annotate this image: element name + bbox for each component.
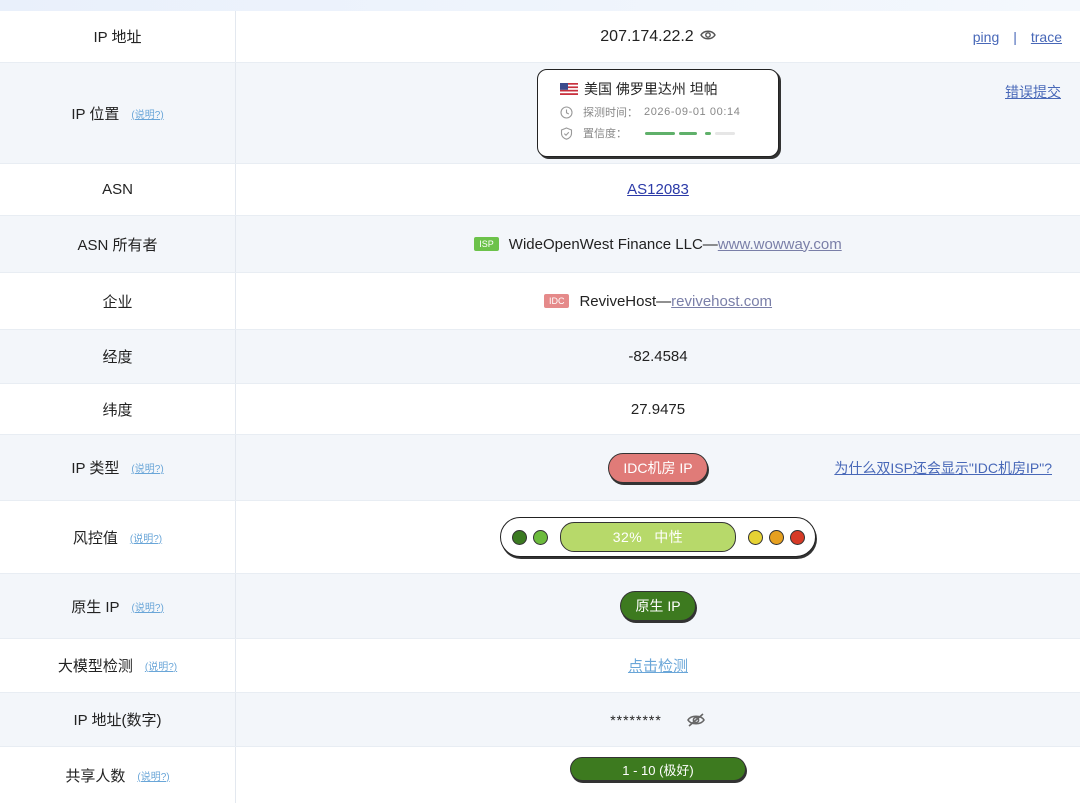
help-link[interactable]: (说明?) (130, 530, 162, 545)
native-ip-label-text: 原生 IP (71, 598, 120, 616)
link-separator: | (1013, 28, 1017, 45)
help-link[interactable]: (说明?) (131, 460, 163, 475)
asn-owner-site-link[interactable]: www.wowway.com (718, 236, 842, 253)
location-country-line: 美国 佛罗里达州 坦帕 (584, 81, 718, 97)
isp-badge: ISP (474, 237, 499, 251)
ip-numeric-masked: ******** (610, 711, 662, 728)
row-ip-numeric: IP 地址(数字) ******** (0, 693, 1080, 747)
risk-dot-medium (748, 529, 763, 545)
label-longitude: 经度 (0, 330, 236, 383)
label-ip-location: IP 位置 (说明?) (0, 63, 236, 163)
ip-type-label-text: IP 类型 (71, 460, 120, 477)
risk-dot-low (533, 529, 548, 545)
row-longitude: 经度 -82.4584 (0, 330, 1080, 384)
risk-level: 中性 (654, 529, 684, 545)
risk-dot-very-high (790, 529, 805, 545)
label-native-ip: 原生 IP (说明?) (0, 574, 236, 638)
risk-meter: 32% 中性 (500, 517, 816, 557)
clock-icon (560, 105, 573, 119)
eye-off-icon[interactable] (686, 712, 706, 728)
label-asn: ASN (0, 164, 236, 215)
value-asn: AS12083 (236, 164, 1080, 215)
label-ip-numeric: IP 地址(数字) (0, 693, 236, 746)
location-card: 美国 佛罗里达州 坦帕 探测时间： 2026-09-01 00:14 置信度： (537, 69, 779, 157)
value-ip-numeric: ******** (236, 693, 1080, 746)
asn-owner-dash: — (702, 235, 718, 253)
value-llm-detect: 点击检测 (236, 639, 1080, 692)
ping-link[interactable]: ping (973, 29, 999, 45)
label-ip-address: IP 地址 (0, 11, 236, 62)
label-latitude: 纬度 (0, 384, 236, 434)
us-flag-icon (560, 83, 578, 95)
native-ip-pill: 原生 IP (620, 591, 696, 621)
row-latitude: 纬度 27.9475 (0, 384, 1080, 435)
value-asn-owner: ISP WideOpenWest Finance LLC — www.wowwa… (236, 216, 1080, 272)
help-link[interactable]: (说明?) (145, 658, 177, 673)
row-llm-detect: 大模型检测 (说明?) 点击检测 (0, 639, 1080, 693)
value-native-ip: 原生 IP (236, 574, 1080, 638)
value-risk: 32% 中性 (236, 501, 1080, 573)
help-link[interactable]: (说明?) (137, 768, 169, 783)
value-longitude: -82.4584 (628, 348, 688, 365)
row-asn-owner: ASN 所有者 ISP WideOpenWest Finance LLC — w… (0, 216, 1080, 273)
risk-dot-very-low (512, 529, 527, 545)
asn-owner-name: WideOpenWest Finance LLC (508, 235, 703, 253)
click-detect-link[interactable]: 点击检测 (628, 655, 688, 676)
confidence-label: 置信度： (583, 128, 627, 140)
value-ip-type: IDC机房 IP 为什么双ISP还会显示"IDC机房IP"? (236, 435, 1080, 500)
why-idc-link[interactable]: 为什么双ISP还会显示"IDC机房IP"? (834, 458, 1052, 478)
risk-bar: 32% 中性 (560, 522, 736, 552)
row-ip-address: IP 地址 207.174.22.2 ping | trace (0, 11, 1080, 63)
confidence-bar (645, 131, 735, 135)
top-strip (0, 0, 1080, 11)
value-ip-address: 207.174.22.2 ping | trace (236, 11, 1080, 62)
row-ip-type: IP 类型 (说明?) IDC机房 IP 为什么双ISP还会显示"IDC机房IP… (0, 435, 1080, 501)
label-risk: 风控值 (说明?) (0, 501, 236, 573)
label-company: 企业 (0, 273, 236, 329)
detect-time-label: 探测时间： (583, 107, 638, 119)
eye-icon[interactable] (699, 28, 716, 45)
help-link[interactable]: (说明?) (132, 599, 164, 614)
row-asn: ASN AS12083 (0, 164, 1080, 216)
row-risk: 风控值 (说明?) 32% 中性 (0, 501, 1080, 574)
label-llm-detect: 大模型检测 (说明?) (0, 639, 236, 692)
shared-label-text: 共享人数 (65, 767, 126, 785)
asn-link[interactable]: AS12083 (627, 181, 689, 198)
idc-badge: IDC (543, 294, 570, 308)
company-name: ReviveHost (579, 292, 657, 310)
idc-ip-pill: IDC机房 IP (608, 452, 708, 483)
help-link[interactable]: (说明?) (131, 106, 163, 121)
detect-time-value: 2026-09-01 00:14 (644, 106, 741, 118)
row-company: 企业 IDC ReviveHost — revivehost.com (0, 273, 1080, 330)
row-ip-location: IP 位置 (说明?) 美国 佛罗里达州 坦帕 探测时间： 2026-09-01… (0, 63, 1080, 164)
value-latitude: 27.9475 (630, 400, 686, 418)
ip-location-label-text: IP 位置 (71, 105, 120, 123)
risk-dot-high (769, 529, 784, 545)
report-error-link[interactable]: 错误提交 (1005, 82, 1061, 102)
label-asn-owner: ASN 所有者 (0, 216, 236, 272)
ip-info-table: IP 地址 207.174.22.2 ping | trace IP 位置 (说… (0, 11, 1080, 803)
llm-label-text: 大模型检测 (57, 658, 133, 675)
row-native-ip: 原生 IP (说明?) 原生 IP (0, 574, 1080, 639)
risk-label-text: 风控值 (72, 529, 118, 547)
shared-users-pill: 1 - 10 (极好) (570, 757, 746, 781)
value-company: IDC ReviveHost — revivehost.com (236, 273, 1080, 329)
company-dash: — (656, 292, 672, 310)
company-site-link[interactable]: revivehost.com (671, 293, 772, 310)
shield-icon (560, 126, 573, 140)
label-ip-type: IP 类型 (说明?) (0, 435, 236, 500)
ip-address-text: 207.174.22.2 (600, 27, 694, 45)
trace-link[interactable]: trace (1031, 29, 1062, 45)
value-ip-location: 美国 佛罗里达州 坦帕 探测时间： 2026-09-01 00:14 置信度： (236, 63, 1080, 163)
risk-percent: 32% (612, 529, 643, 545)
